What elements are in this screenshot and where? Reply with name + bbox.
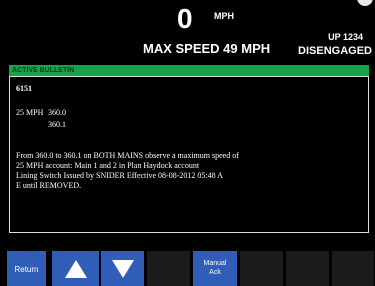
bulletin-body-line: From 360.0 to 360.1 on BOTH MAINS observ… bbox=[16, 151, 239, 160]
up-arrow-icon bbox=[64, 259, 87, 278]
bulletin-body-line: E until REMOVED. bbox=[16, 181, 82, 190]
empty-button-slot[interactable] bbox=[286, 251, 330, 286]
bulletin-range-end: 360.1 bbox=[48, 120, 66, 129]
train-id: UP 1234 bbox=[328, 32, 363, 42]
return-button-label: Return bbox=[14, 265, 39, 274]
bulletin-id: 6151 bbox=[16, 84, 32, 93]
bulletin-body-line: 25 MPH account: Main 1 and 2 in Plan Hay… bbox=[16, 161, 200, 170]
function-button-bar: Return Manual Ack bbox=[0, 251, 375, 286]
speed-display: 0 MPH MAX SPEED 49 MPH UP 1234 DISENGAGE… bbox=[0, 0, 375, 62]
manual-ack-label-line1: Manual bbox=[203, 260, 227, 267]
current-speed-value: 0 bbox=[177, 3, 193, 34]
manual-ack-label-line2: Ack bbox=[209, 269, 221, 276]
empty-button-slot[interactable] bbox=[332, 251, 375, 286]
empty-button-slot[interactable] bbox=[147, 251, 191, 286]
mode-status: DISENGAGED bbox=[298, 45, 372, 57]
max-speed-label: MAX SPEED 49 MPH bbox=[143, 41, 271, 56]
status-indicator-icon bbox=[357, 0, 373, 6]
bulletin-range-start: 360.0 bbox=[48, 108, 66, 117]
bulletin-speed-limit: 25 MPH bbox=[16, 108, 44, 117]
speed-unit: MPH bbox=[214, 11, 234, 21]
bulletin-body-line: Lining Switch Issued by SNIDER Effective… bbox=[16, 171, 223, 180]
down-arrow-icon bbox=[111, 259, 134, 278]
scroll-up-button[interactable] bbox=[52, 251, 100, 286]
scroll-down-button[interactable] bbox=[101, 251, 145, 286]
empty-button-slot[interactable] bbox=[240, 251, 284, 286]
manual-ack-button[interactable]: Manual Ack bbox=[193, 251, 238, 286]
bulletin-header: ACTIVE BULLETIN bbox=[9, 65, 369, 76]
return-button[interactable]: Return bbox=[7, 251, 47, 286]
